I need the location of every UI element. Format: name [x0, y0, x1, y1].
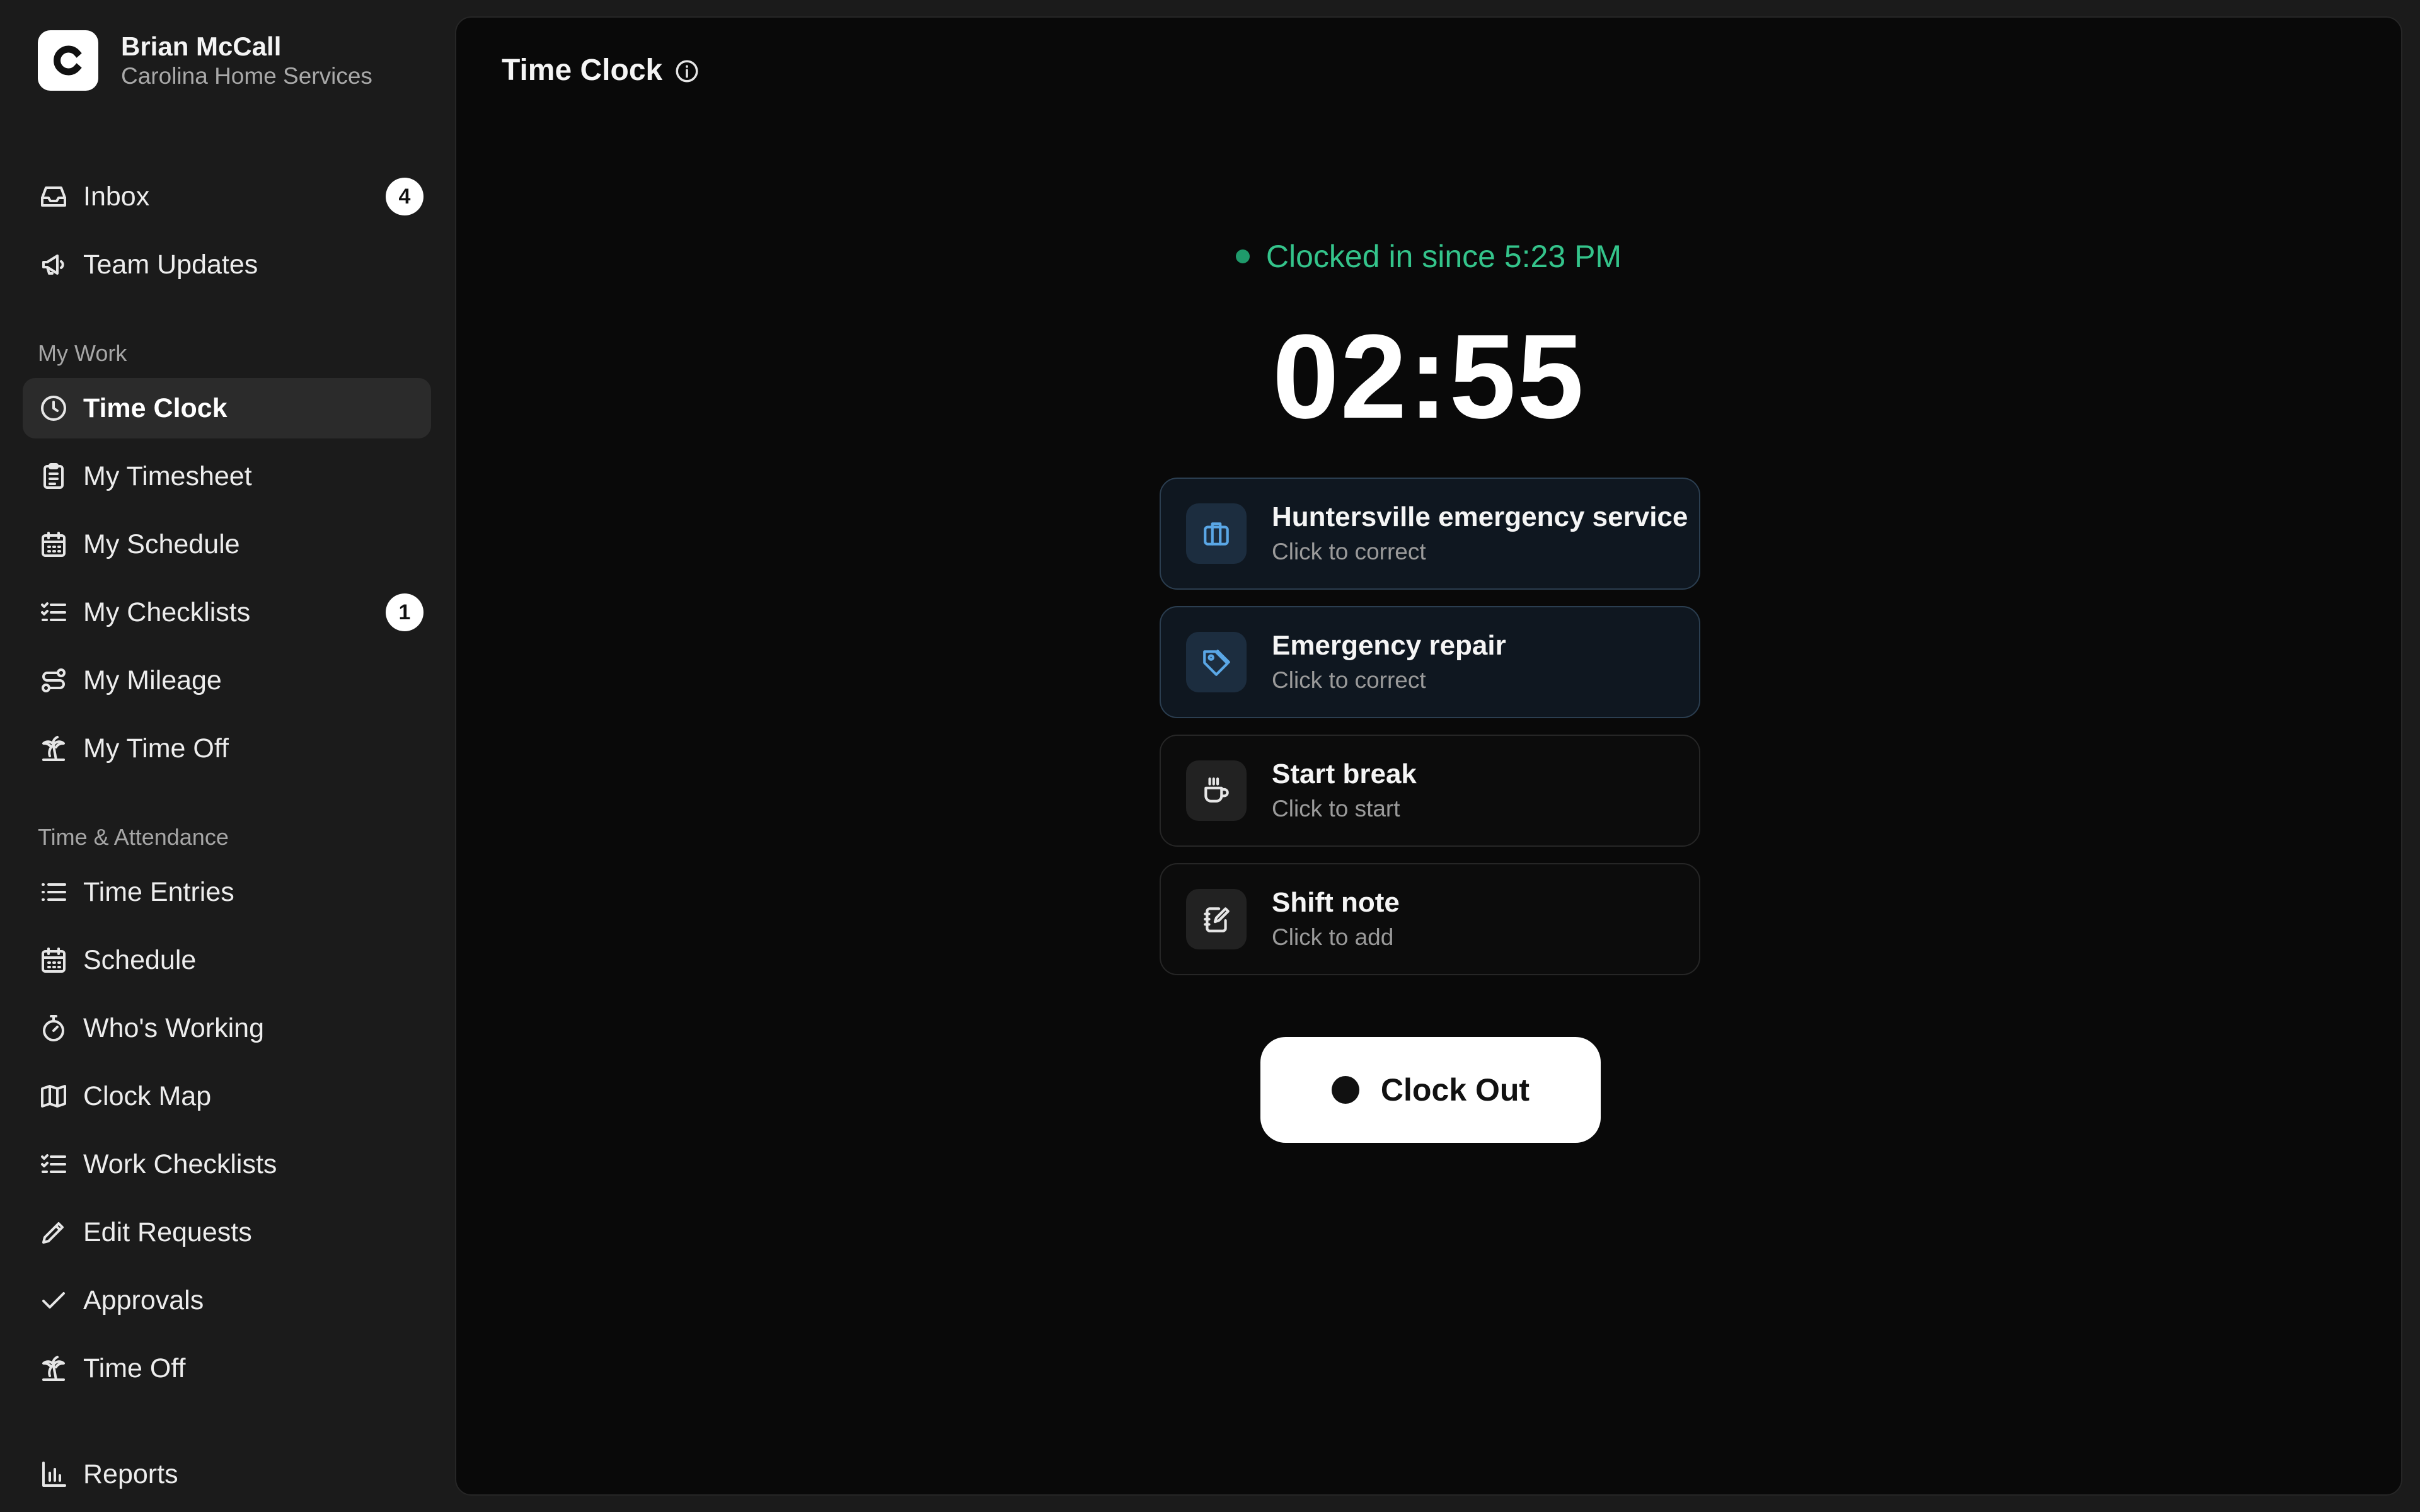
sidebar-item-label: Time Clock	[83, 392, 228, 423]
section-label-my-work: My Work	[38, 340, 127, 366]
sidebar-item-label: Work Checklists	[83, 1148, 277, 1179]
stopwatch-icon	[38, 1012, 69, 1044]
sidebar-item-label: Team Updates	[83, 249, 258, 280]
sidebar-item-label: Reports	[83, 1458, 178, 1489]
sidebar-item-label: Approvals	[83, 1285, 204, 1315]
sidebar-item-time-entries[interactable]: Time Entries	[23, 862, 431, 922]
checklist-icon	[38, 1148, 69, 1180]
sidebar-item-label: Inbox	[83, 181, 150, 212]
record-dot-icon	[1331, 1076, 1359, 1104]
clipboard-icon	[38, 461, 69, 492]
page-title-bar: Time Clock	[502, 53, 700, 88]
account-switcher[interactable]: Brian McCall Carolina Home Services	[38, 30, 372, 91]
elapsed-timer: 02:55	[1272, 310, 1585, 444]
sidebar-item-label: My Mileage	[83, 665, 222, 696]
job-card[interactable]: Huntersville emergency service Click to …	[1160, 478, 1700, 590]
page-title: Time Clock	[502, 54, 663, 87]
list-icon	[38, 876, 69, 908]
break-card-title: Start break	[1272, 759, 1417, 789]
sidebar-item-clock-map[interactable]: Clock Map	[23, 1066, 431, 1126]
sidebar-item-schedule[interactable]: Schedule	[23, 930, 431, 990]
pencil-icon	[38, 1217, 69, 1248]
megaphone-icon	[38, 249, 69, 280]
sidebar-item-whos-working[interactable]: Who's Working	[23, 998, 431, 1058]
main-panel: Time Clock Clocked in since 5:23 PM 02:5…	[455, 16, 2402, 1496]
check-icon	[38, 1285, 69, 1316]
clock-status-text: Clocked in since 5:23 PM	[1265, 239, 1622, 274]
shift-note-card-title: Shift note	[1272, 887, 1400, 918]
sidebar-item-my-time-off[interactable]: My Time Off	[23, 718, 431, 779]
sidebar-item-time-off[interactable]: Time Off	[23, 1338, 431, 1399]
sidebar-item-my-mileage[interactable]: My Mileage	[23, 650, 431, 711]
route-icon	[38, 665, 69, 696]
sidebar-item-approvals[interactable]: Approvals	[23, 1270, 431, 1331]
user-name: Brian McCall	[121, 32, 282, 61]
break-card-subtitle: Click to start	[1272, 796, 1400, 822]
sidebar: Brian McCall Carolina Home Services Inbo…	[0, 0, 454, 1512]
sidebar-item-edit-requests[interactable]: Edit Requests	[23, 1202, 431, 1263]
note-icon	[1186, 889, 1247, 949]
palm-tree-icon	[38, 733, 69, 764]
sidebar-item-label: My Timesheet	[83, 461, 252, 491]
sidebar-item-label: Time Entries	[83, 876, 234, 907]
task-card-title: Emergency repair	[1272, 630, 1506, 661]
checklists-count-badge: 1	[386, 593, 424, 631]
organization-name: Carolina Home Services	[121, 63, 372, 89]
status-dot	[1235, 249, 1250, 263]
shift-note-card[interactable]: Shift note Click to add	[1160, 863, 1700, 975]
section-label-time-attendance: Time & Attendance	[38, 824, 229, 850]
coffee-icon	[1186, 760, 1247, 821]
sidebar-item-label: Schedule	[83, 944, 197, 975]
clock-status: Clocked in since 5:23 PM	[456, 238, 2401, 275]
sidebar-item-label: My Checklists	[83, 597, 251, 627]
sidebar-item-my-checklists[interactable]: My Checklists 1	[23, 582, 431, 643]
company-logo-letter-icon	[54, 45, 82, 76]
break-card[interactable]: Start break Click to start	[1160, 735, 1700, 847]
sidebar-item-label: Who's Working	[83, 1012, 264, 1043]
job-card-title: Huntersville emergency service	[1272, 501, 1688, 532]
calendar-icon	[38, 529, 69, 560]
inbox-count-badge: 4	[386, 178, 424, 215]
sidebar-item-my-schedule[interactable]: My Schedule	[23, 514, 431, 575]
tag-icon	[1186, 632, 1247, 692]
job-card-subtitle: Click to correct	[1272, 539, 1426, 564]
palm-tree-icon	[38, 1353, 69, 1384]
sidebar-item-team-updates[interactable]: Team Updates	[23, 234, 431, 295]
sidebar-item-label: Clock Map	[83, 1080, 212, 1111]
sidebar-item-label: Edit Requests	[83, 1217, 252, 1247]
sidebar-item-time-clock[interactable]: Time Clock	[23, 378, 431, 438]
task-card[interactable]: Emergency repair Click to correct	[1160, 606, 1700, 718]
sidebar-item-my-timesheet[interactable]: My Timesheet	[23, 446, 431, 507]
task-card-subtitle: Click to correct	[1272, 667, 1426, 693]
info-icon[interactable]	[674, 57, 700, 84]
sidebar-item-label: My Schedule	[83, 529, 240, 559]
company-logo	[38, 30, 98, 91]
calendar-icon	[38, 944, 69, 976]
clock-out-button[interactable]: Clock Out	[1260, 1037, 1601, 1143]
shift-note-card-subtitle: Click to add	[1272, 924, 1394, 950]
clock-icon	[38, 392, 69, 424]
checklist-icon	[38, 597, 69, 628]
sidebar-item-label: My Time Off	[83, 733, 229, 764]
sidebar-item-label: Time Off	[83, 1353, 186, 1383]
bar-chart-icon	[38, 1458, 69, 1490]
map-icon	[38, 1080, 69, 1112]
briefcase-icon	[1186, 503, 1247, 564]
inbox-icon	[38, 181, 69, 212]
sidebar-item-work-checklists[interactable]: Work Checklists	[23, 1134, 431, 1194]
clock-out-label: Clock Out	[1380, 1072, 1530, 1108]
sidebar-item-reports[interactable]: Reports	[23, 1444, 431, 1504]
sidebar-item-inbox[interactable]: Inbox 4	[23, 166, 431, 227]
